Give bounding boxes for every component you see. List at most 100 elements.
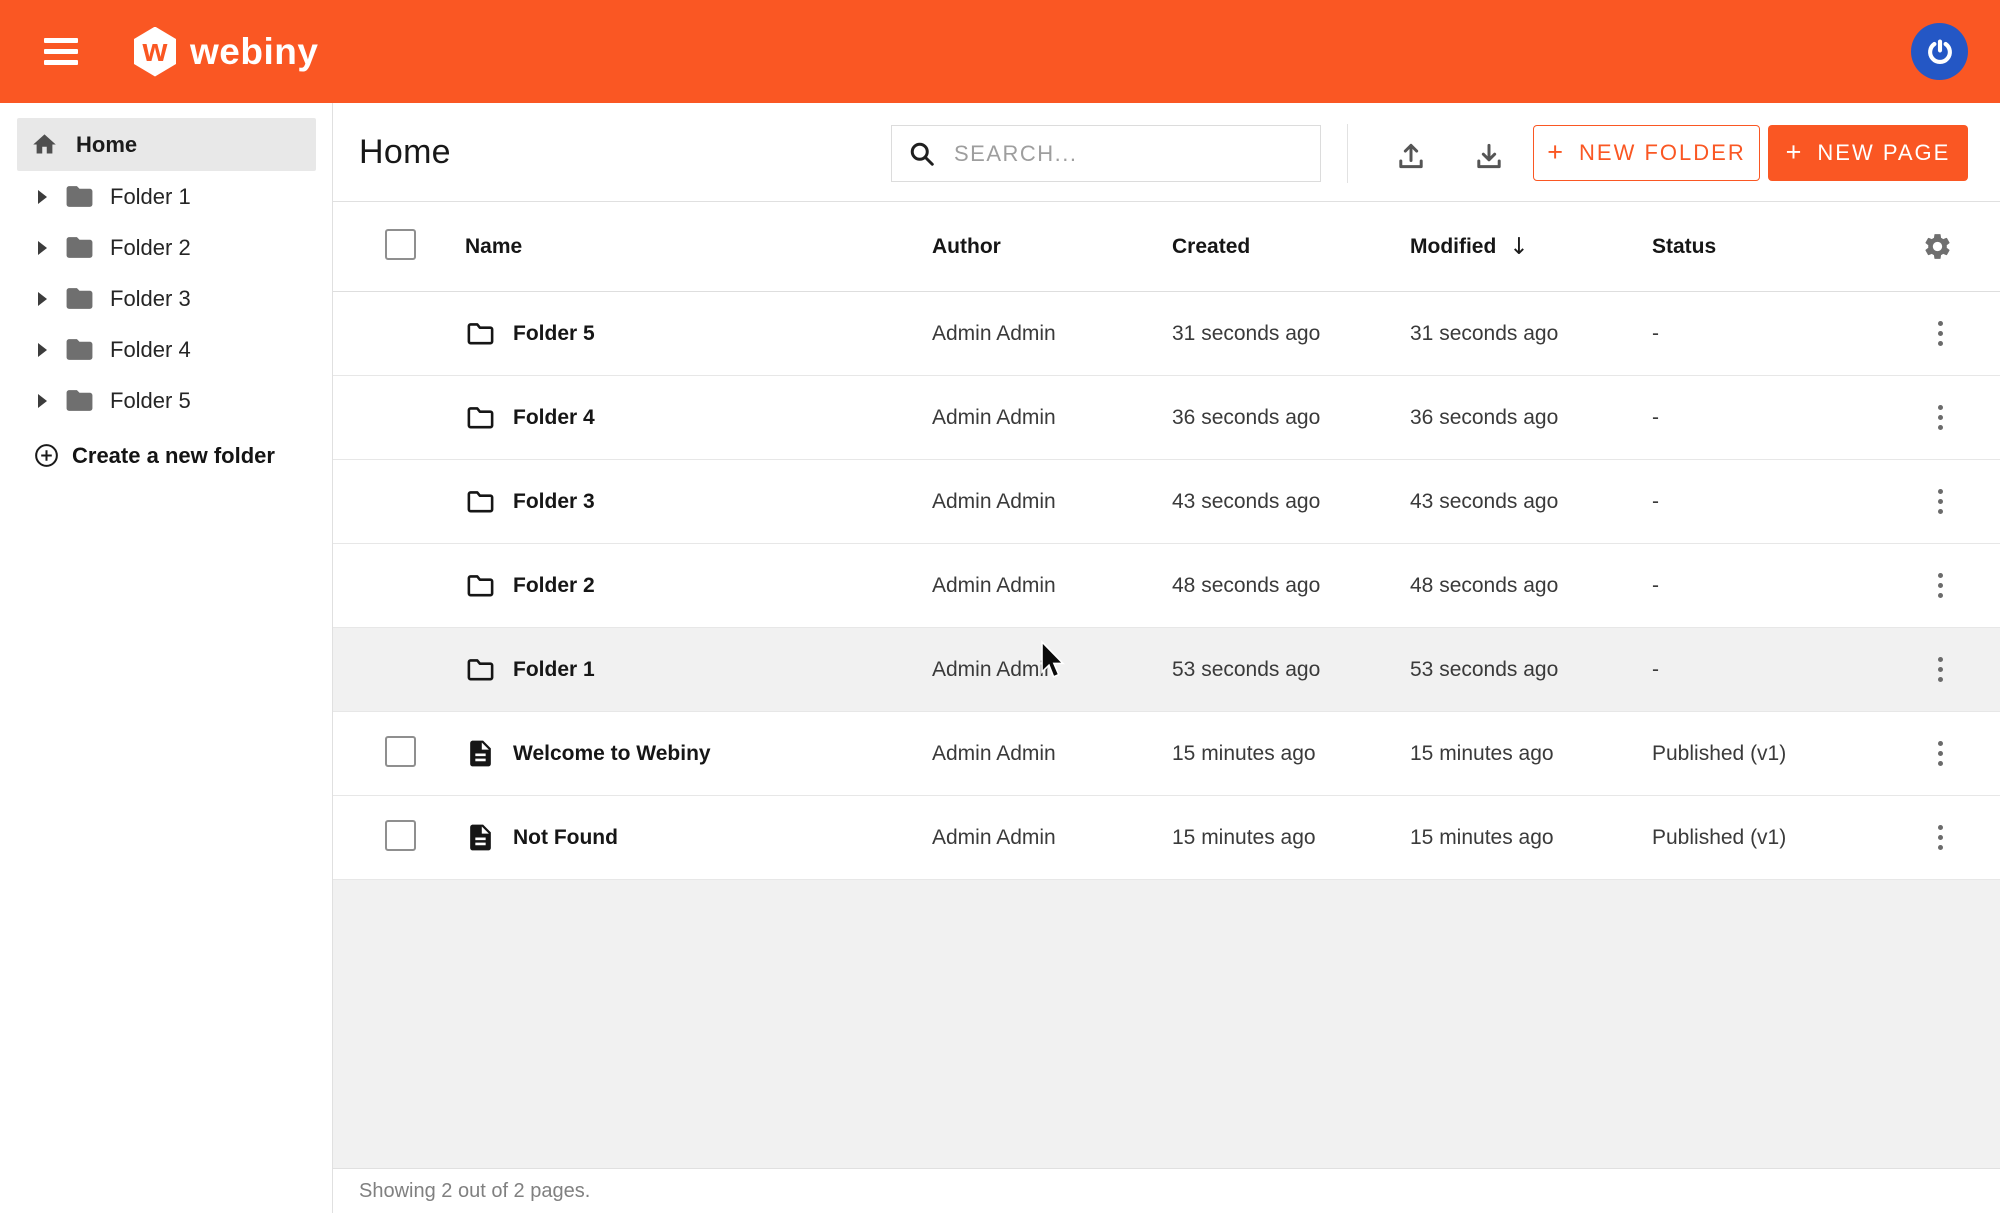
new-page-button[interactable]: + NEW PAGE — [1768, 125, 1968, 181]
empty-area — [333, 880, 2000, 1168]
sidebar-item-folder-4[interactable]: Folder 4 — [0, 324, 332, 375]
column-header-name[interactable]: Name — [465, 235, 932, 259]
folder-outline-icon — [465, 318, 496, 349]
row-author: Admin Admin — [932, 490, 1172, 514]
row-actions-button[interactable] — [1928, 569, 1953, 602]
row-author: Admin Admin — [932, 406, 1172, 430]
folder-filled-icon — [64, 283, 95, 314]
folder-filled-icon — [64, 232, 95, 263]
plus-icon: + — [1786, 137, 1804, 168]
sidebar-folder-label: Folder 5 — [110, 388, 191, 414]
caret-right-icon[interactable] — [38, 292, 47, 306]
new-folder-label: NEW FOLDER — [1579, 140, 1746, 166]
row-name[interactable]: Folder 5 — [513, 322, 595, 346]
table-row[interactable]: Not Found Admin Admin 15 minutes ago 15 … — [333, 796, 2000, 880]
hamburger-icon[interactable] — [44, 38, 78, 65]
row-author: Admin Admin — [932, 322, 1172, 346]
row-status: - — [1652, 322, 1882, 346]
create-folder-button[interactable]: Create a new folder — [0, 442, 332, 469]
caret-right-icon[interactable] — [38, 343, 47, 357]
row-checkbox[interactable] — [385, 820, 416, 851]
table-row[interactable]: Folder 2 Admin Admin 48 seconds ago 48 s… — [333, 544, 2000, 628]
kebab-menu-icon — [1928, 317, 1953, 350]
column-header-created[interactable]: Created — [1172, 235, 1410, 259]
sort-desc-icon[interactable]: ↓ — [1509, 234, 1528, 260]
folder-outline-icon — [465, 570, 496, 601]
table-header: Name Author Created Modified ↓ Status — [333, 202, 2000, 292]
row-author: Admin Admin — [932, 742, 1172, 766]
sidebar-item-home[interactable]: Home — [17, 118, 316, 171]
column-header-status[interactable]: Status — [1652, 235, 1882, 259]
row-name[interactable]: Folder 4 — [513, 406, 595, 430]
row-created: 15 minutes ago — [1172, 742, 1410, 766]
sidebar-folder-label: Folder 3 — [110, 286, 191, 312]
plus-circle-icon — [33, 442, 60, 469]
row-created: 36 seconds ago — [1172, 406, 1410, 430]
document-icon — [465, 738, 496, 769]
row-status: Published (v1) — [1652, 826, 1882, 850]
row-author: Admin Admin — [932, 826, 1172, 850]
sidebar-item-folder-3[interactable]: Folder 3 — [0, 273, 332, 324]
row-actions-button[interactable] — [1928, 317, 1953, 350]
sidebar-home-label: Home — [76, 132, 137, 158]
table-row[interactable]: Folder 3 Admin Admin 43 seconds ago 43 s… — [333, 460, 2000, 544]
row-modified: 43 seconds ago — [1410, 490, 1652, 514]
export-pages-button[interactable] — [1471, 139, 1507, 175]
row-created: 48 seconds ago — [1172, 574, 1410, 598]
caret-right-icon[interactable] — [38, 241, 47, 255]
gear-icon — [1922, 231, 1953, 262]
table-row[interactable]: Welcome to Webiny Admin Admin 15 minutes… — [333, 712, 2000, 796]
row-created: 43 seconds ago — [1172, 490, 1410, 514]
row-actions-button[interactable] — [1928, 737, 1953, 770]
new-page-label: NEW PAGE — [1817, 140, 1950, 166]
kebab-menu-icon — [1928, 485, 1953, 518]
caret-right-icon[interactable] — [38, 190, 47, 204]
main-content: Home + NEW FOLDER — [333, 103, 2000, 1213]
row-created: 53 seconds ago — [1172, 658, 1410, 682]
folder-filled-icon — [64, 181, 95, 212]
table-row[interactable]: Folder 4 Admin Admin 36 seconds ago 36 s… — [333, 376, 2000, 460]
column-header-author[interactable]: Author — [932, 235, 1172, 259]
caret-right-icon[interactable] — [38, 394, 47, 408]
row-checkbox[interactable] — [385, 736, 416, 767]
user-avatar[interactable] — [1911, 23, 1968, 80]
row-author: Admin Admin — [932, 658, 1172, 682]
row-actions-button[interactable] — [1928, 485, 1953, 518]
row-actions-button[interactable] — [1928, 821, 1953, 854]
kebab-menu-icon — [1928, 821, 1953, 854]
row-author: Admin Admin — [932, 574, 1172, 598]
row-status: - — [1652, 574, 1882, 598]
row-modified: 15 minutes ago — [1410, 742, 1652, 766]
row-modified: 15 minutes ago — [1410, 826, 1652, 850]
table-row[interactable]: Folder 1 Admin Admin 53 seconds ago 53 s… — [333, 628, 2000, 712]
import-pages-button[interactable] — [1393, 139, 1429, 175]
folder-outline-icon — [465, 486, 496, 517]
sidebar-folder-label: Folder 2 — [110, 235, 191, 261]
sidebar-item-folder-1[interactable]: Folder 1 — [0, 171, 332, 222]
row-actions-button[interactable] — [1928, 401, 1953, 434]
select-all-checkbox[interactable] — [385, 229, 416, 260]
table-settings-button[interactable] — [1922, 231, 1953, 262]
sidebar-item-folder-5[interactable]: Folder 5 — [0, 375, 332, 426]
row-name[interactable]: Folder 3 — [513, 490, 595, 514]
row-actions-button[interactable] — [1928, 653, 1953, 686]
kebab-menu-icon — [1928, 737, 1953, 770]
plus-icon: + — [1547, 137, 1565, 168]
logo-letter: w — [143, 34, 168, 66]
row-modified: 31 seconds ago — [1410, 322, 1652, 346]
row-name[interactable]: Folder 1 — [513, 658, 595, 682]
row-name[interactable]: Welcome to Webiny — [513, 742, 711, 766]
table-row[interactable]: Folder 5 Admin Admin 31 seconds ago 31 s… — [333, 292, 2000, 376]
content-toolbar: Home + NEW FOLDER — [333, 103, 2000, 202]
row-status: - — [1652, 490, 1882, 514]
row-name[interactable]: Not Found — [513, 826, 618, 850]
search-icon — [907, 139, 937, 169]
sidebar-folder-label: Folder 4 — [110, 337, 191, 363]
search-input[interactable] — [952, 140, 1302, 168]
footer-summary: Showing 2 out of 2 pages. — [359, 1180, 590, 1203]
row-name[interactable]: Folder 2 — [513, 574, 595, 598]
folder-outline-icon — [465, 654, 496, 685]
sidebar-item-folder-2[interactable]: Folder 2 — [0, 222, 332, 273]
new-folder-button[interactable]: + NEW FOLDER — [1533, 125, 1760, 181]
column-header-modified[interactable]: Modified ↓ — [1410, 234, 1652, 260]
